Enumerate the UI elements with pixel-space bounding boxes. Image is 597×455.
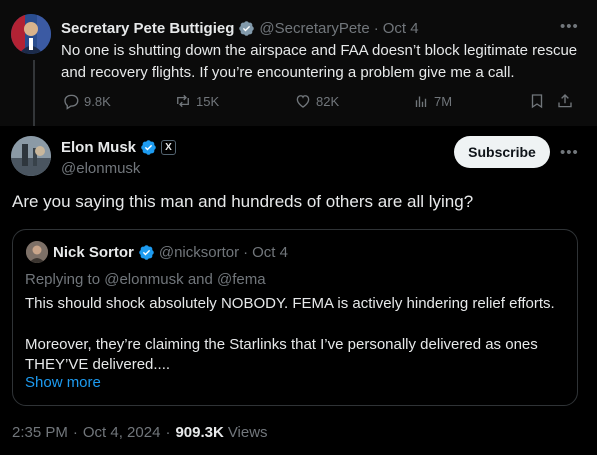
- main-tweet-text: Are you saying this man and hundreds of …: [12, 192, 474, 211]
- repost-count: 15K: [196, 93, 220, 109]
- main-tweet-header: Elon Musk X: [61, 139, 177, 156]
- reply-button[interactable]: 9.8K: [62, 92, 111, 110]
- separator-dot: ·: [165, 424, 171, 441]
- separator-dot: ·: [373, 20, 379, 37]
- views-count[interactable]: 909.3K: [175, 424, 223, 441]
- quoted-text-line: This should shock absolutely NOBODY. FEM…: [25, 295, 555, 312]
- views-label: Views: [227, 424, 268, 441]
- replying-mention[interactable]: @fema: [217, 271, 266, 288]
- replying-mention[interactable]: @elonmusk: [104, 271, 183, 288]
- verified-badge-icon: [238, 20, 255, 37]
- tweet-text-line: and recovery flights. If you’re encounte…: [61, 64, 515, 81]
- thread-connector: [33, 60, 35, 126]
- more-icon[interactable]: •••: [560, 18, 579, 35]
- author-name[interactable]: Secretary Pete Buttigieg: [61, 20, 234, 37]
- quoted-text-line: Moreover, they’re claiming the Starlinks…: [25, 336, 538, 353]
- repost-button[interactable]: 15K: [174, 92, 219, 110]
- tweet-meta: 2:35 PM · Oct 4, 2024 · 909.3K Views: [12, 424, 268, 441]
- tweet-date[interactable]: Oct 4: [383, 20, 419, 37]
- reply-icon: [64, 94, 79, 110]
- avatar-elon-musk[interactable]: [11, 136, 51, 176]
- parent-tweet[interactable]: Secretary Pete Buttigieg @SecretaryPete …: [0, 0, 597, 126]
- more-icon[interactable]: •••: [560, 144, 579, 161]
- share-icon: [558, 94, 572, 108]
- separator-dot: ·: [243, 244, 249, 261]
- like-count: 82K: [316, 93, 340, 109]
- author-handle[interactable]: @elonmusk: [61, 160, 140, 177]
- like-icon: [296, 95, 310, 108]
- replying-prefix: Replying to: [25, 271, 101, 288]
- author-name[interactable]: Elon Musk: [61, 139, 136, 156]
- tweet-actions: 9.8K 15K 82K 7M: [56, 92, 578, 114]
- quoted-tweet-date[interactable]: Oct 4: [252, 244, 288, 261]
- parent-tweet-header: Secretary Pete Buttigieg @SecretaryPete …: [61, 20, 419, 37]
- verified-badge-icon: [140, 139, 157, 156]
- avatar-pete-buttigieg[interactable]: [11, 14, 51, 54]
- share-button[interactable]: [556, 92, 578, 110]
- subscribe-button[interactable]: Subscribe: [454, 136, 550, 168]
- quoted-text-line: THEY’VE delivered....: [25, 356, 171, 373]
- author-handle[interactable]: @SecretaryPete: [259, 20, 369, 37]
- separator-dot: ·: [72, 424, 78, 441]
- tweet-full-date[interactable]: Oct 4, 2024: [83, 424, 161, 441]
- tweet-time[interactable]: 2:35 PM: [12, 424, 68, 441]
- replying-and: and: [187, 271, 213, 288]
- affiliate-badge[interactable]: X: [161, 140, 177, 155]
- tweet-text: No one is shutting down the airspace and…: [61, 40, 581, 84]
- tweet-text-line: No one is shutting down the airspace and…: [61, 42, 578, 59]
- show-more-link[interactable]: Show more: [25, 374, 101, 391]
- views-count: 7M: [434, 93, 453, 109]
- bookmark-button[interactable]: [528, 92, 550, 110]
- quoted-author-handle[interactable]: @nicksortor: [159, 244, 239, 261]
- quoted-author-name[interactable]: Nick Sortor: [53, 244, 134, 261]
- quoted-tweet-header: Nick Sortor @nicksortor · Oct 4: [53, 244, 288, 261]
- replying-to: Replying to @elonmusk and @fema: [25, 271, 266, 288]
- views-button[interactable]: 7M: [412, 92, 452, 110]
- repost-icon: [177, 94, 189, 108]
- verified-badge-icon: [138, 244, 155, 261]
- views-icon: [415, 96, 427, 107]
- reply-count: 9.8K: [84, 93, 111, 109]
- bookmark-icon: [531, 94, 543, 109]
- like-button[interactable]: 82K: [294, 92, 339, 110]
- avatar-nick-sortor[interactable]: [26, 241, 48, 263]
